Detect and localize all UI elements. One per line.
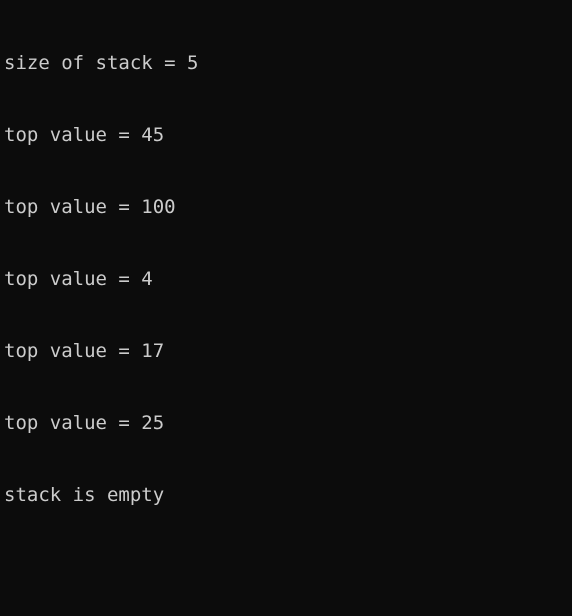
output-line: top value = 45 xyxy=(4,124,165,146)
output-line: top value = 100 xyxy=(4,196,176,218)
terminal-output[interactable]: size of stack = 5 top value = 45 top val… xyxy=(0,0,572,616)
output-blank-line xyxy=(4,555,572,579)
output-line: top value = 17 xyxy=(4,340,165,362)
output-line: top value = 4 xyxy=(4,268,153,290)
output-line: size of stack = 5 xyxy=(4,52,199,74)
output-line: stack is empty xyxy=(4,484,165,506)
output-line: top value = 25 xyxy=(4,412,165,434)
